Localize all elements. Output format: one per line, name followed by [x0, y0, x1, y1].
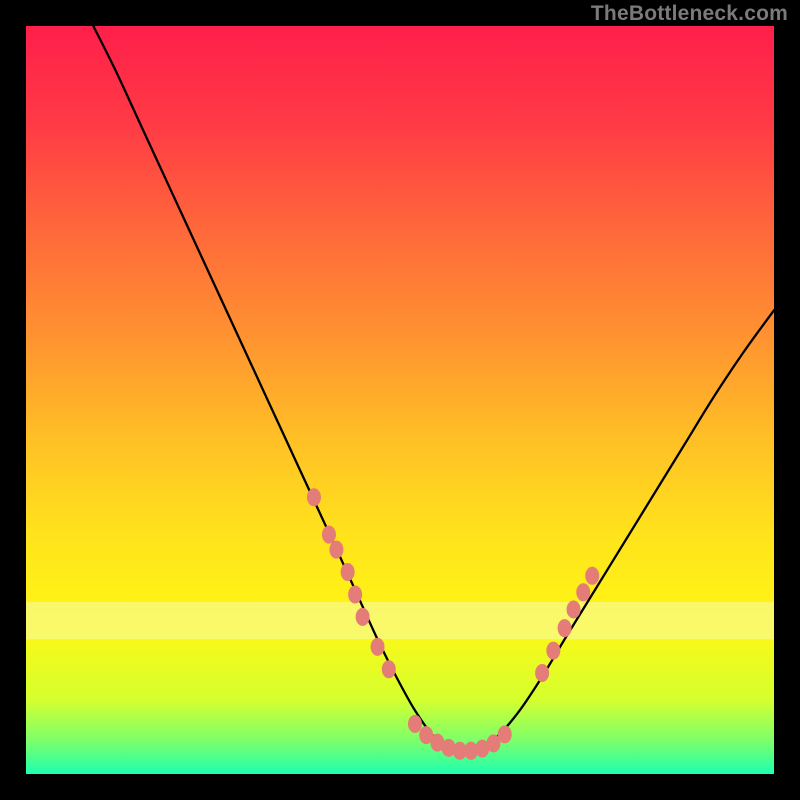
data-point: [585, 567, 599, 585]
data-point: [329, 541, 343, 559]
data-point: [341, 563, 355, 581]
data-point: [322, 526, 336, 544]
data-point: [348, 585, 362, 603]
data-point: [382, 660, 396, 678]
data-point: [307, 488, 321, 506]
data-point: [567, 600, 581, 618]
data-point: [558, 619, 572, 637]
chart-frame: TheBottleneck.com: [0, 0, 800, 800]
data-point: [498, 725, 512, 743]
bottleneck-chart: [26, 26, 774, 774]
plot-area: [26, 26, 774, 774]
data-point: [408, 715, 422, 733]
data-point: [371, 638, 385, 656]
data-point: [576, 583, 590, 601]
watermark-text: TheBottleneck.com: [591, 2, 788, 26]
gradient-background: [26, 26, 774, 774]
data-point: [535, 664, 549, 682]
data-point: [356, 608, 370, 626]
highlight-band: [26, 602, 774, 639]
data-point: [546, 642, 560, 660]
